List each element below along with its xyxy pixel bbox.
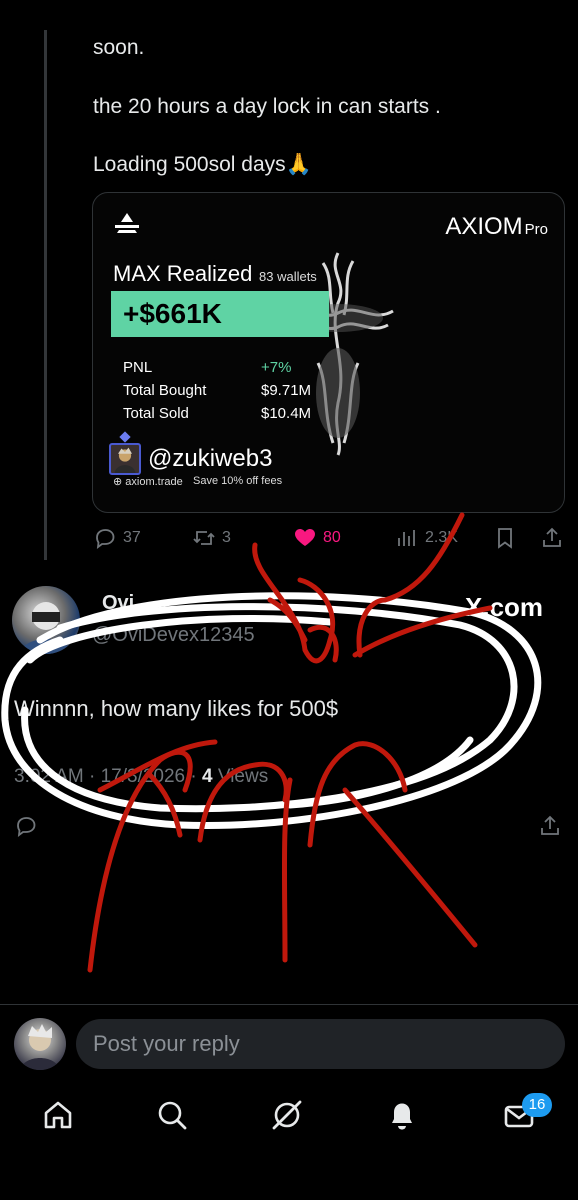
x-watermark: X.com bbox=[465, 592, 544, 622]
site-label: ⊕ axiom.trade bbox=[113, 476, 183, 488]
like-button[interactable]: 80 bbox=[293, 524, 341, 552]
card-avatar bbox=[109, 443, 141, 475]
thread-line bbox=[44, 30, 47, 560]
stat-label-pnl: PNL bbox=[123, 359, 153, 376]
views-icon bbox=[398, 530, 415, 546]
max-realized-label: MAX Realized bbox=[113, 261, 253, 286]
stat-value-total-bought: $9.71M bbox=[261, 382, 312, 399]
globe-icon: ⊕ bbox=[113, 476, 126, 488]
post-text-line-1: soon. bbox=[93, 36, 145, 59]
notifications-icon[interactable] bbox=[385, 1098, 419, 1132]
stat-label-total-bought: Total Bought bbox=[123, 382, 207, 399]
reply-button[interactable]: 37 bbox=[93, 524, 141, 552]
stat-value-pnl: +7% bbox=[261, 359, 292, 376]
grok-icon[interactable] bbox=[270, 1098, 304, 1132]
share-icon bbox=[543, 527, 561, 547]
home-icon[interactable] bbox=[41, 1098, 75, 1132]
post-text-line-3: Loading 500sol days🙏 bbox=[93, 153, 312, 176]
share-icon bbox=[541, 815, 559, 835]
reply-count: 37 bbox=[123, 529, 141, 546]
pnl-value: +$661K bbox=[111, 291, 329, 337]
search-icon[interactable] bbox=[155, 1098, 189, 1132]
like-count: 80 bbox=[323, 529, 341, 546]
reply-post-reply-button[interactable] bbox=[14, 812, 38, 840]
embedded-image-card[interactable]: AXIOM Pro MAX Realized 83 wallets +$661K … bbox=[92, 192, 565, 513]
axiom-logo-icon bbox=[115, 213, 139, 233]
reply-post-share-button[interactable] bbox=[538, 812, 562, 840]
card-handle: @zukiweb3 bbox=[148, 445, 273, 472]
post-text-line-2: the 20 hours a day lock in can starts . bbox=[93, 95, 441, 118]
reply-icon bbox=[96, 529, 115, 549]
brand-label: AXIOM Pro bbox=[445, 213, 548, 240]
diamond-icon bbox=[119, 431, 131, 443]
bookmark-button[interactable] bbox=[493, 524, 517, 552]
stat-value-total-sold: $10.4M bbox=[261, 405, 312, 422]
reply-meta: 3:02 AM · 17/3/2026 · 4 Views bbox=[14, 766, 269, 787]
my-avatar[interactable] bbox=[14, 1018, 66, 1070]
reply-author-name[interactable]: Ovi bbox=[102, 592, 134, 615]
reply-icon bbox=[17, 817, 36, 837]
repost-count: 3 bbox=[222, 529, 231, 546]
wallets-label: 83 wallets bbox=[259, 269, 317, 284]
bookmark-icon bbox=[498, 528, 512, 549]
stat-label-total-sold: Total Sold bbox=[123, 405, 189, 422]
reply-author-handle[interactable]: @OviDevex12345 bbox=[92, 624, 255, 647]
views-button[interactable]: 2.3K bbox=[395, 524, 458, 552]
promo-label: Save 10% off fees bbox=[193, 475, 283, 487]
repost-button[interactable]: 3 bbox=[192, 524, 231, 552]
reply-author-avatar[interactable] bbox=[12, 586, 80, 654]
heart-icon bbox=[295, 529, 315, 546]
messages-badge: 16 bbox=[522, 1093, 552, 1117]
reply-text: Winnnn, how many likes for 500$ bbox=[14, 696, 339, 721]
share-button[interactable] bbox=[540, 524, 564, 552]
reply-input[interactable] bbox=[76, 1019, 565, 1069]
repost-icon bbox=[193, 531, 215, 545]
views-count: 2.3K bbox=[425, 529, 458, 546]
composer-divider bbox=[0, 1004, 578, 1005]
